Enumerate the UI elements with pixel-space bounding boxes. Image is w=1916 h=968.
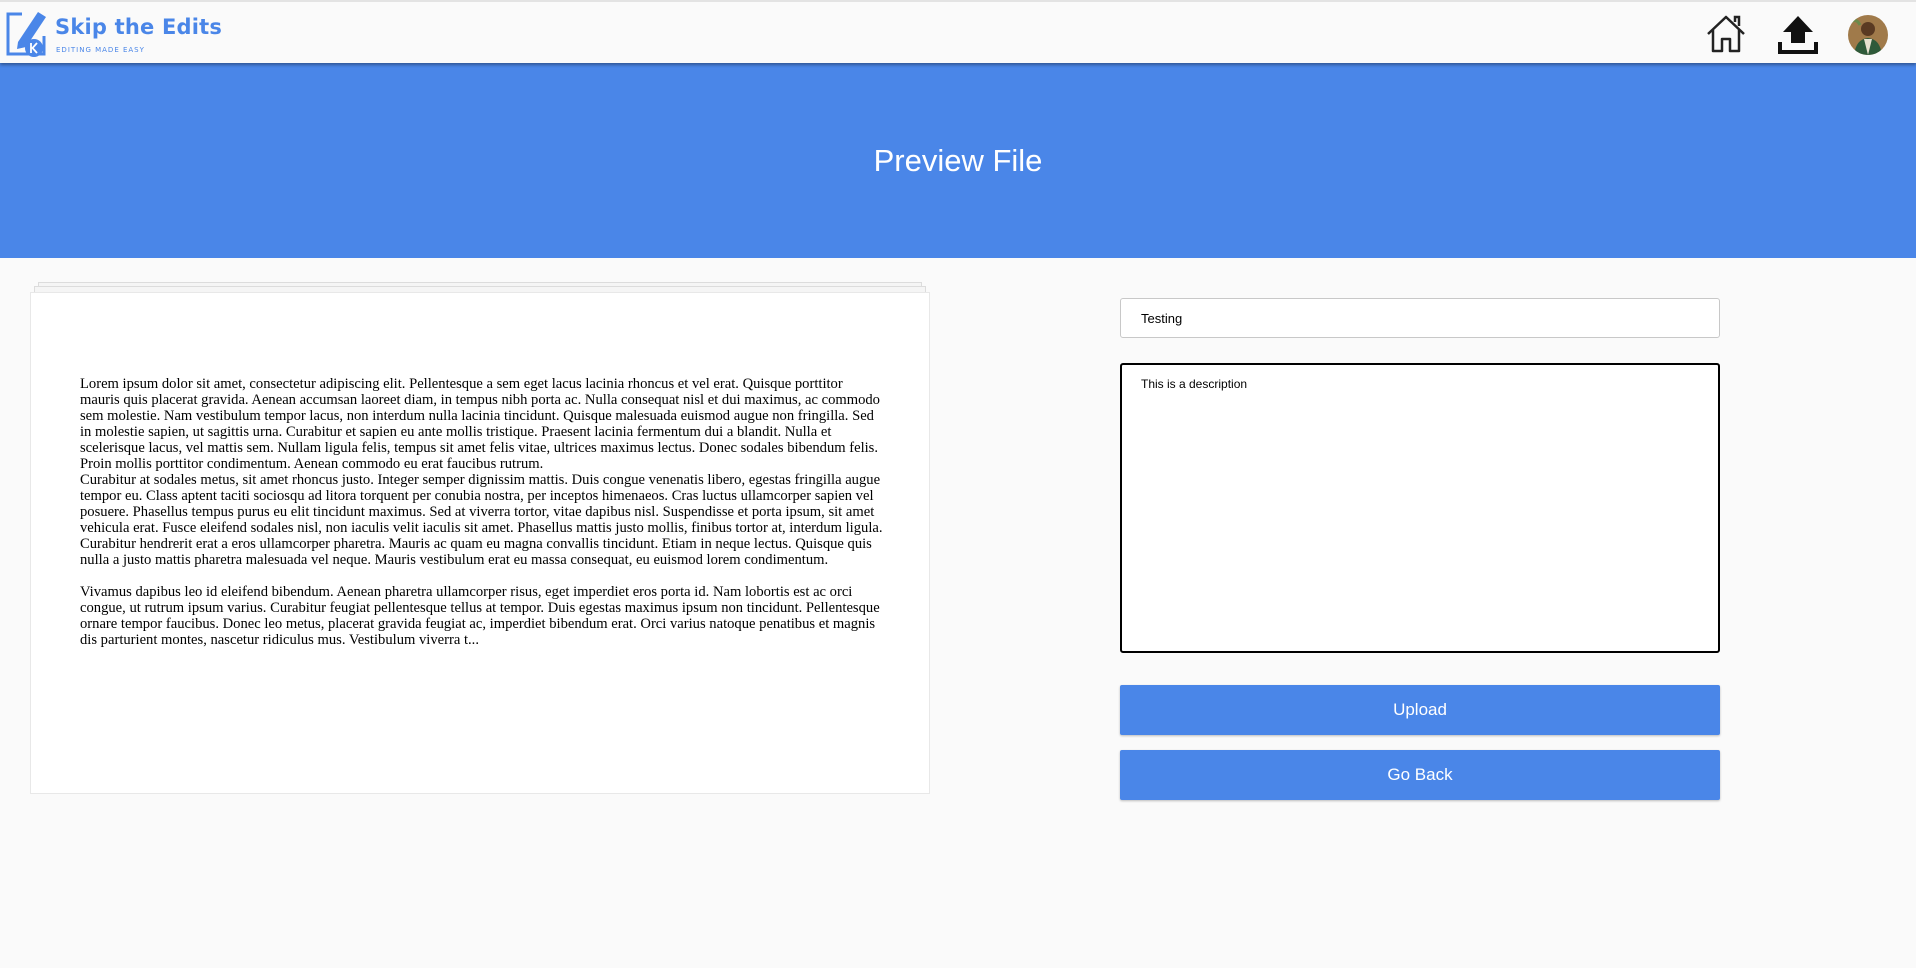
upload-button[interactable]: Upload	[1120, 685, 1720, 735]
page-header-banner: Preview File	[0, 61, 1916, 258]
title-input[interactable]	[1120, 298, 1720, 338]
home-icon[interactable]	[1704, 12, 1748, 56]
brand-logo[interactable]: Skip the Edits EDITING MADE EASY	[4, 6, 222, 60]
user-avatar[interactable]	[1848, 15, 1888, 55]
preview-paragraph: Lorem ipsum dolor sit amet, consectetur …	[80, 376, 880, 472]
preview-paragraph: Vivamus dapibus leo id eleifend bibendum…	[80, 584, 880, 648]
brand-tagline: EDITING MADE EASY	[56, 46, 145, 54]
preview-page: Lorem ipsum dolor sit amet, consectetur …	[30, 292, 930, 794]
top-navbar: Skip the Edits EDITING MADE EASY	[0, 0, 1916, 63]
logo-pencil-icon	[6, 12, 46, 57]
go-back-button[interactable]: Go Back	[1120, 750, 1720, 800]
brand-title: Skip the Edits	[55, 15, 223, 39]
page-title: Preview File	[873, 143, 1043, 178]
avatar-icon	[1848, 15, 1888, 55]
file-preview: Lorem ipsum dolor sit amet, consectetur …	[30, 282, 930, 794]
preview-text: Lorem ipsum dolor sit amet, consectetur …	[80, 376, 885, 648]
description-textarea[interactable]: This is a description	[1120, 363, 1720, 653]
upload-icon[interactable]	[1776, 12, 1820, 56]
preview-paragraph: Curabitur at sodales metus, sit amet rho…	[80, 472, 883, 568]
